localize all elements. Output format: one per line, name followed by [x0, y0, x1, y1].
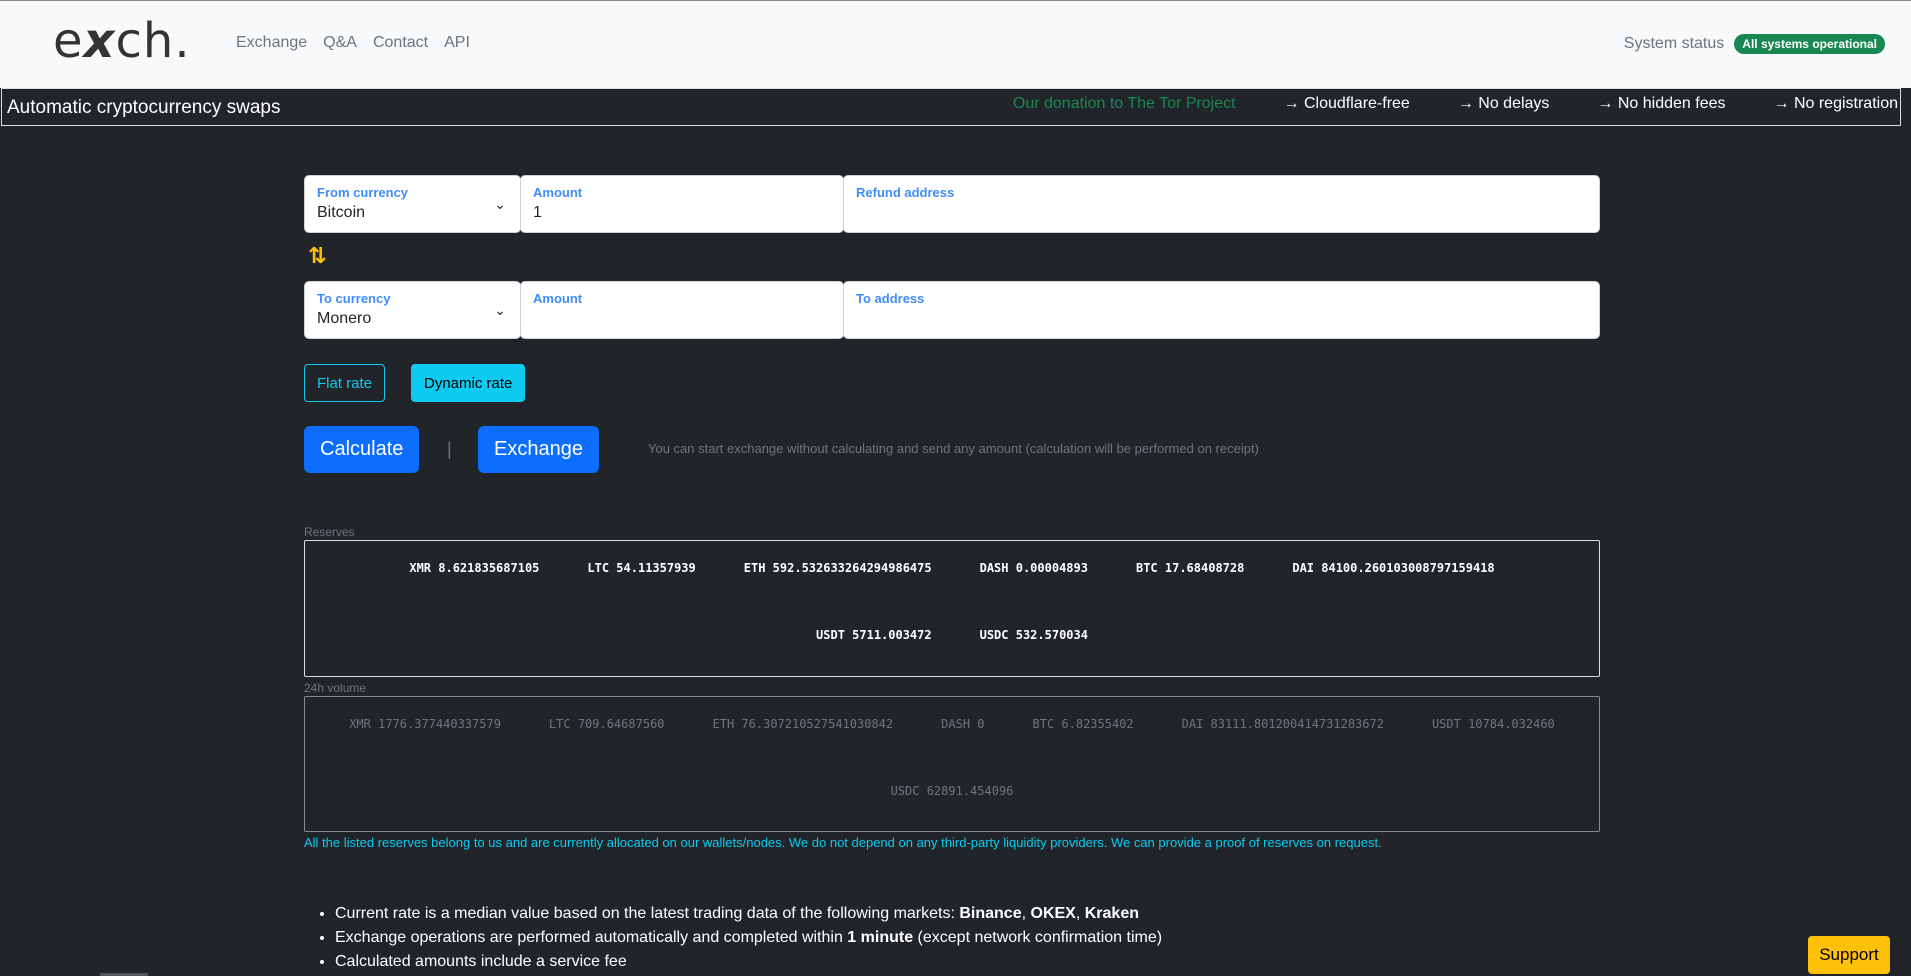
- top-navbar: exch. Exchange Q&A Contact API System st…: [0, 0, 1911, 88]
- reserve-item: BTC 17.68408728: [1135, 561, 1245, 575]
- to-currency-value: Monero: [317, 310, 372, 327]
- swap-icon[interactable]: ⇅: [308, 243, 326, 269]
- reserve-item: USDC 532.570034: [979, 628, 1088, 642]
- to-amount-label: Amount: [533, 291, 583, 306]
- reserve-item: DASH 0.00004893: [979, 561, 1088, 575]
- chevron-down-icon: ⌄: [494, 196, 506, 212]
- from-amount-value: 1: [533, 204, 542, 221]
- system-status-link[interactable]: System status: [1624, 35, 1724, 53]
- feature-cloudflare-free: → Cloudflare-free: [1283, 95, 1410, 112]
- info-item-fee: Calculated amounts include a service fee: [335, 950, 1162, 974]
- to-currency-select[interactable]: To currency Monero ⌄: [304, 281, 521, 339]
- info-list: Current rate is a median value based on …: [335, 902, 1162, 974]
- reserves-label: Reserves: [304, 525, 355, 539]
- volume-box: XMR 1776.377440337579 LTC 709.64687560 E…: [304, 696, 1600, 832]
- reserve-item: USDT 5711.003472: [816, 628, 932, 642]
- to-address-field[interactable]: To address: [843, 281, 1600, 339]
- from-currency-select[interactable]: From currency Bitcoin ⌄: [304, 175, 521, 233]
- chevron-down-icon: ⌄: [494, 302, 506, 318]
- to-amount-field[interactable]: Amount: [520, 281, 844, 339]
- from-amount-label: Amount: [533, 185, 583, 200]
- reserve-item: DAI 84100.260103008797159418: [1292, 561, 1495, 575]
- volume-label: 24h volume: [304, 681, 367, 695]
- reserve-item: XMR 8.621835687105: [409, 561, 540, 575]
- features-banner: Automatic cryptocurrency swaps Our donat…: [1, 88, 1901, 126]
- volume-item: DAI 83111.801200414731283672: [1181, 717, 1384, 731]
- volume-item: DASH 0: [941, 717, 985, 731]
- from-currency-label: From currency: [317, 185, 409, 200]
- volume-item: BTC 6.82355402: [1032, 717, 1134, 731]
- support-button[interactable]: Support: [1808, 936, 1890, 974]
- reserve-item: ETH 592.532633264294986475: [743, 561, 932, 575]
- refund-address-label: Refund address: [856, 185, 955, 200]
- feature-no-registration: → No registration: [1773, 95, 1899, 112]
- dynamic-rate-button[interactable]: Dynamic rate: [411, 364, 526, 402]
- banner-title: Automatic cryptocurrency swaps: [7, 97, 281, 118]
- volume-item: USDT 10784.032460: [1431, 717, 1555, 731]
- reserve-item: LTC 54.11357939: [587, 561, 696, 575]
- to-address-label: To address: [856, 291, 925, 306]
- nav-contact[interactable]: Contact: [373, 34, 428, 52]
- from-currency-value: Bitcoin: [317, 204, 366, 221]
- exchange-hint: You can start exchange without calculati…: [648, 441, 1259, 456]
- volume-item: ETH 76.307210527541030842: [712, 717, 894, 731]
- calculate-button[interactable]: Calculate: [304, 426, 420, 473]
- exchange-button[interactable]: Exchange: [478, 426, 599, 473]
- status-badge: All systems operational: [1734, 34, 1885, 54]
- feature-no-hidden-fees: → No hidden fees: [1597, 95, 1726, 112]
- info-item-speed: Exchange operations are performed automa…: [335, 926, 1162, 950]
- reserves-box: XMR 8.621835687105 LTC 54.11357939 ETH 5…: [304, 540, 1600, 677]
- nav-qa[interactable]: Q&A: [323, 34, 357, 52]
- volume-item: LTC 709.64687560: [548, 717, 665, 731]
- button-separator: |: [447, 439, 452, 459]
- refund-address-field[interactable]: Refund address: [843, 175, 1600, 233]
- main-nav: Exchange Q&A Contact API: [236, 34, 486, 52]
- nav-api[interactable]: API: [444, 34, 470, 52]
- feature-no-delays: → No delays: [1457, 95, 1550, 112]
- from-amount-field[interactable]: Amount 1: [520, 175, 844, 233]
- info-item-rate: Current rate is a median value based on …: [335, 902, 1162, 926]
- site-logo[interactable]: exch.: [53, 13, 191, 69]
- to-currency-label: To currency: [317, 291, 391, 306]
- reserves-note: All the listed reserves belong to us and…: [304, 835, 1382, 850]
- system-status: System status All systems operational: [1624, 34, 1885, 54]
- donation-link[interactable]: Our donation to The Tor Project: [1013, 95, 1236, 113]
- nav-exchange[interactable]: Exchange: [236, 34, 307, 52]
- volume-item: XMR 1776.377440337579: [349, 717, 501, 731]
- flat-rate-button[interactable]: Flat rate: [304, 364, 386, 402]
